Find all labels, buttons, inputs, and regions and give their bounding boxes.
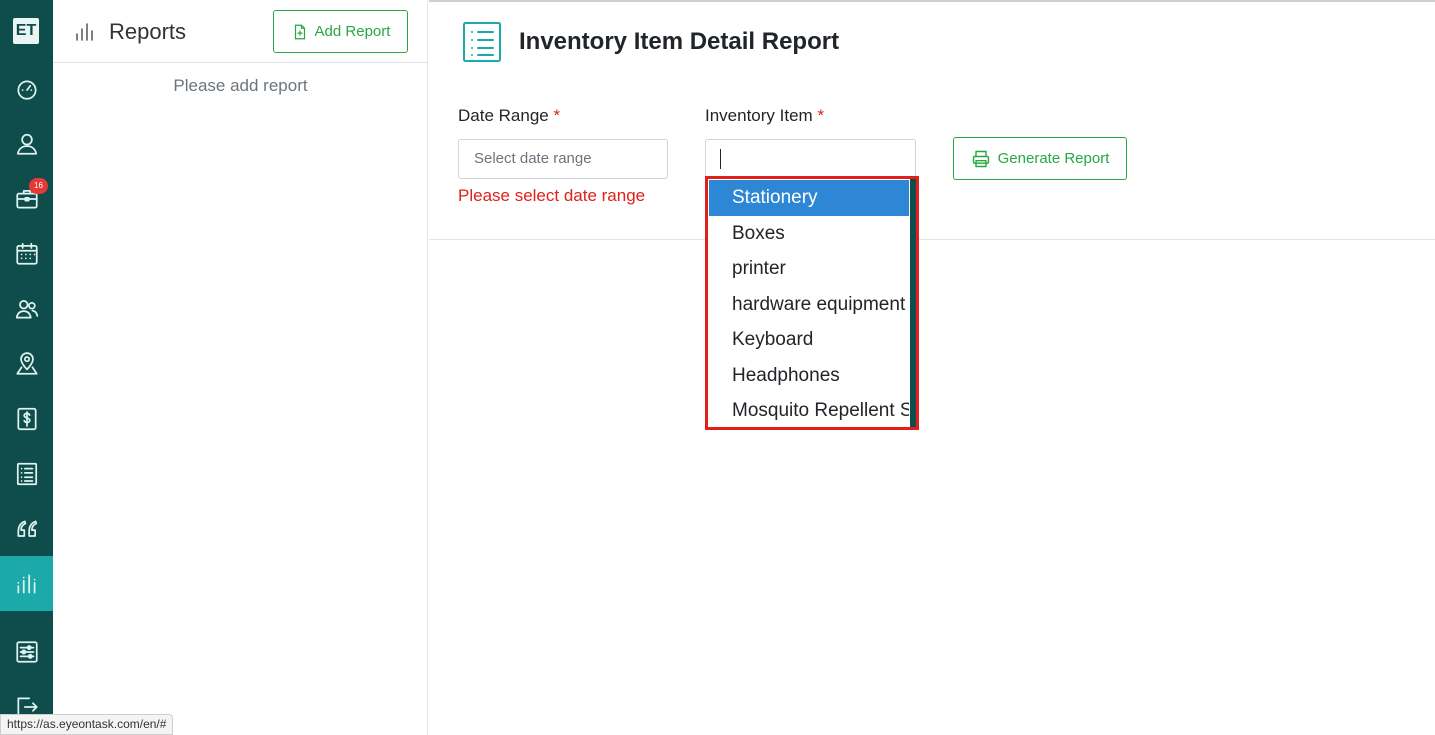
generate-report-button[interactable]: Generate Report <box>953 137 1127 180</box>
dropdown-scrollbar[interactable] <box>910 179 916 427</box>
report-main-area: Inventory Item Detail Report Date Range … <box>429 0 1435 735</box>
date-range-placeholder: Select date range <box>474 150 592 167</box>
nav-reports[interactable] <box>0 556 53 611</box>
nav-profile[interactable] <box>0 116 53 171</box>
location-icon <box>15 351 38 375</box>
reports-icon <box>73 20 97 44</box>
nav-calendar[interactable] <box>0 226 53 281</box>
nav-locations[interactable] <box>0 336 53 391</box>
dashboard-icon <box>16 80 37 100</box>
dropdown-option[interactable]: Boxes <box>709 216 909 252</box>
dropdown-options: Stationery Boxes printer hardware equipm… <box>709 180 909 426</box>
required-mark: * <box>817 106 825 125</box>
inventory-item-dropdown: Stationery Boxes printer hardware equipm… <box>705 176 919 430</box>
reports-panel-header: Reports Add Report <box>53 0 428 63</box>
panel-title: Reports <box>109 19 187 44</box>
date-range-input[interactable]: Select date range <box>458 139 668 179</box>
printer-icon <box>972 150 989 167</box>
inventory-item-label-text: Inventory Item <box>705 106 813 125</box>
dollar-icon <box>16 407 37 430</box>
side-navigation-rail: ET 16 <box>0 0 53 735</box>
form-divider <box>429 239 1435 240</box>
report-list-icon <box>462 21 502 63</box>
nav-dashboard[interactable] <box>0 61 53 116</box>
date-range-label-text: Date Range <box>458 106 549 125</box>
settings-icon <box>15 640 38 663</box>
add-report-button[interactable]: Add Report <box>273 10 408 53</box>
nav-finance[interactable] <box>0 391 53 446</box>
dropdown-option[interactable]: hardware equipment <box>709 287 909 323</box>
status-bar-url: https://as.eyeontask.com/en/# <box>0 714 174 735</box>
reports-panel: Reports Add Report Please add report <box>53 0 428 735</box>
date-range-error: Please select date range <box>458 186 646 205</box>
inventory-item-label: Inventory Item * <box>705 106 824 126</box>
dropdown-option[interactable]: Stationery <box>709 180 909 216</box>
date-range-label: Date Range * <box>458 106 560 126</box>
dropdown-option[interactable]: Keyboard <box>709 322 909 358</box>
quote-icon <box>16 520 37 537</box>
user-icon <box>16 133 37 155</box>
calendar-icon <box>15 242 38 265</box>
top-divider <box>429 0 1435 2</box>
generate-report-label: Generate Report <box>997 150 1110 167</box>
empty-reports-message: Please add report <box>173 76 308 95</box>
notification-badge: 16 <box>29 178 48 194</box>
required-mark: * <box>553 106 561 125</box>
nav-lists[interactable] <box>0 446 53 501</box>
team-icon <box>15 299 38 319</box>
nav-team[interactable] <box>0 281 53 336</box>
text-cursor <box>720 149 721 169</box>
add-file-icon <box>294 24 305 39</box>
page-title: Inventory Item Detail Report <box>519 28 840 55</box>
app-logo[interactable]: ET <box>13 18 39 44</box>
list-icon <box>16 462 37 485</box>
dropdown-option[interactable]: printer <box>709 251 909 287</box>
reports-icon <box>16 573 35 594</box>
nav-quotes[interactable] <box>0 501 53 556</box>
nav-settings[interactable] <box>0 624 53 679</box>
inventory-item-select[interactable] <box>705 139 916 179</box>
add-report-label: Add Report <box>314 23 391 40</box>
dropdown-option[interactable]: Headphones <box>709 358 909 394</box>
dropdown-option[interactable]: Mosquito Repellent Spray <box>709 393 909 426</box>
